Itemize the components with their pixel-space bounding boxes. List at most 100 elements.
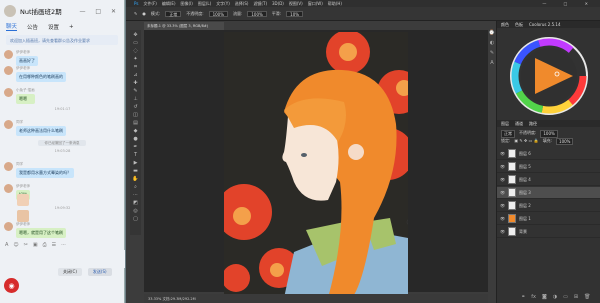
canvas-area[interactable] — [144, 30, 488, 298]
chat-tool-icon[interactable]: ☺ — [13, 242, 18, 248]
char-panel-icon[interactable]: A — [490, 60, 493, 66]
menu-item[interactable]: 选择(S) — [235, 1, 249, 7]
message-bubble[interactable]: 嗯嗯，就是用了这个笔刷 — [16, 228, 66, 238]
menu-item[interactable]: 图层(L) — [198, 1, 211, 7]
visibility-eye-icon[interactable]: 👁 — [500, 151, 505, 156]
message-bubble[interactable]: 嗯嗯 — [16, 94, 35, 104]
wand-tool-icon[interactable]: ✦ — [132, 56, 139, 63]
tab-paths[interactable]: 路径 — [529, 121, 537, 126]
layer-row[interactable]: 👁 背景 — [497, 226, 600, 238]
layer-row[interactable]: 👁 图层 6 — [497, 148, 600, 160]
brush-tool-icon[interactable]: ✎ — [134, 11, 137, 16]
type-tool-icon[interactable]: T — [132, 152, 139, 159]
trash-icon[interactable]: 🗑 — [584, 294, 590, 300]
window-controls[interactable]: — □ ✕ — [79, 8, 120, 15]
path-select-icon[interactable]: ▶ — [132, 160, 139, 167]
send-button[interactable]: 发送(S) — [87, 268, 112, 276]
adjustment-icon[interactable]: ◑ — [553, 294, 557, 300]
visibility-eye-icon[interactable]: 👁 — [500, 229, 505, 234]
menu-item[interactable]: 滤镜(T) — [253, 1, 267, 7]
history-brush-icon[interactable]: ↺ — [132, 104, 139, 111]
link-icon[interactable]: ⚭ — [521, 294, 525, 300]
smooth-field[interactable]: 10% — [286, 10, 304, 17]
layer-row[interactable]: 👁 图层 3 — [497, 187, 600, 199]
menu-item[interactable]: 3D(D) — [272, 1, 284, 6]
ps-window-controls[interactable]: — □ ✕ — [542, 1, 600, 6]
chat-message[interactable]: 伊伊老师 在用哪种颜色的笔刷画的 — [4, 66, 66, 82]
chat-tool-icon[interactable]: ☰ — [52, 242, 56, 248]
sender-avatar[interactable] — [4, 162, 13, 171]
hand-tool-icon[interactable]: ✋ — [132, 176, 139, 183]
chat-message[interactable]: 同学 我是都用水墨方式晕染的吗？ — [4, 162, 74, 178]
folder-icon[interactable]: ▭ — [563, 294, 568, 300]
color-wheel[interactable] — [497, 28, 600, 118]
menu-item[interactable]: 文件(F) — [143, 1, 156, 7]
layer-row[interactable]: 👁 图层 1 — [497, 213, 600, 225]
message-bubble[interactable]: 在用哪种颜色的笔刷画的 — [16, 72, 66, 82]
message-input[interactable] — [0, 250, 125, 268]
layer-row[interactable]: 👁 图层 2 — [497, 200, 600, 212]
visibility-eye-icon[interactable]: 👁 — [500, 177, 505, 182]
stamp-tool-icon[interactable]: ⊥ — [132, 96, 139, 103]
artwork-canvas[interactable] — [224, 32, 408, 298]
visibility-eye-icon[interactable]: 👁 — [500, 190, 505, 195]
zoom-tool-icon[interactable]: ⌕ — [132, 184, 139, 191]
tab-color[interactable]: 颜色 — [501, 22, 509, 27]
chat-tool-icon[interactable]: A — [5, 242, 8, 248]
menu-item[interactable]: 文字(Y) — [216, 1, 230, 7]
flow-field[interactable]: 100% — [247, 10, 267, 17]
menu-item[interactable]: 编辑(E) — [162, 1, 176, 7]
sender-avatar[interactable] — [4, 66, 13, 75]
sender-avatar[interactable] — [4, 120, 13, 129]
healing-tool-icon[interactable]: ✚ — [132, 80, 139, 87]
visibility-eye-icon[interactable]: 👁 — [500, 216, 505, 221]
chat-message[interactable]: 小兔子·插画 嗯嗯 — [4, 88, 35, 104]
image-thumbnail[interactable] — [17, 210, 29, 222]
sender-avatar[interactable] — [4, 50, 13, 59]
history-panel-icon[interactable]: ⌚ — [489, 30, 495, 36]
image-thumbnail[interactable] — [17, 194, 29, 206]
new-layer-icon[interactable]: ⊞ — [574, 294, 578, 300]
tab-layers[interactable]: 图层 — [501, 121, 509, 126]
opacity-field[interactable]: 100% — [208, 10, 229, 17]
layer-row[interactable]: 👁 图层 4 — [497, 174, 600, 186]
more-tools-icon[interactable]: ⋯ — [132, 192, 139, 199]
move-tool-icon[interactable]: ✥ — [132, 32, 139, 39]
chat-tool-icon[interactable]: ⋯ — [61, 242, 66, 248]
close-button[interactable]: 关闭(C) — [58, 268, 82, 276]
menu-item[interactable]: 视图(V) — [289, 1, 303, 7]
blur-tool-icon[interactable]: ◆ — [132, 128, 139, 135]
menu-item[interactable]: 窗口(W) — [308, 1, 323, 7]
chat-tool-icon[interactable]: ⎙ — [43, 242, 47, 248]
tab-chat[interactable]: 聊天 — [6, 22, 18, 31]
brush-tool-icon[interactable]: ✎ — [132, 88, 139, 95]
mode-select[interactable]: 正常 — [165, 10, 182, 17]
message-list[interactable]: 伊伊老师 画画好了 伊伊老师 在用哪种颜色的笔刷画的 小兔子·插画 嗯嗯 同学 老师这种画法用… — [0, 44, 125, 239]
pen-tool-icon[interactable]: ✒ — [132, 144, 139, 151]
chat-tool-icon[interactable]: ✂ — [24, 242, 28, 248]
brush-panel-icon[interactable]: ✎ — [490, 50, 494, 56]
lasso-tool-icon[interactable]: ◌ — [132, 48, 139, 55]
chat-message[interactable]: 伊伊老师 画画好了 — [4, 50, 38, 66]
blend-mode-select[interactable]: 正常 — [501, 130, 515, 138]
group-avatar[interactable] — [4, 5, 16, 17]
chat-tool-icon[interactable]: ▣ — [33, 242, 38, 248]
menu-item[interactable]: 图像(I) — [181, 1, 193, 7]
mask-icon[interactable]: ◙ — [542, 294, 547, 300]
chat-message[interactable]: 伊伊老师 嗯嗯，就是用了这个笔刷 — [4, 222, 66, 238]
fx-icon[interactable]: fx — [531, 294, 536, 300]
message-bubble[interactable]: 我是都用水墨方式晕染的吗？ — [16, 168, 74, 178]
brush-size-preview[interactable]: ● — [142, 11, 146, 16]
marquee-tool-icon[interactable]: ▭ — [132, 40, 139, 47]
quickmask-icon[interactable]: ◎ — [132, 208, 139, 215]
sender-avatar[interactable] — [4, 184, 13, 193]
fill-field[interactable]: 100% — [556, 138, 574, 145]
tab-settings[interactable]: 设置 — [48, 23, 59, 31]
lock-icons[interactable]: ▣ ✎ ✥ ▭ 🔒 — [514, 138, 538, 145]
tab-notice[interactable]: 公告 — [27, 23, 38, 31]
layer-opacity-field[interactable]: 100% — [540, 130, 558, 138]
document-tab[interactable]: 未标题-1 @ 33.3% (图层 3, RGB/8#) — [144, 22, 224, 30]
eraser-tool-icon[interactable]: ◫ — [132, 112, 139, 119]
taskbar-app-icon[interactable]: ◉ — [4, 278, 19, 293]
visibility-eye-icon[interactable]: 👁 — [500, 164, 505, 169]
